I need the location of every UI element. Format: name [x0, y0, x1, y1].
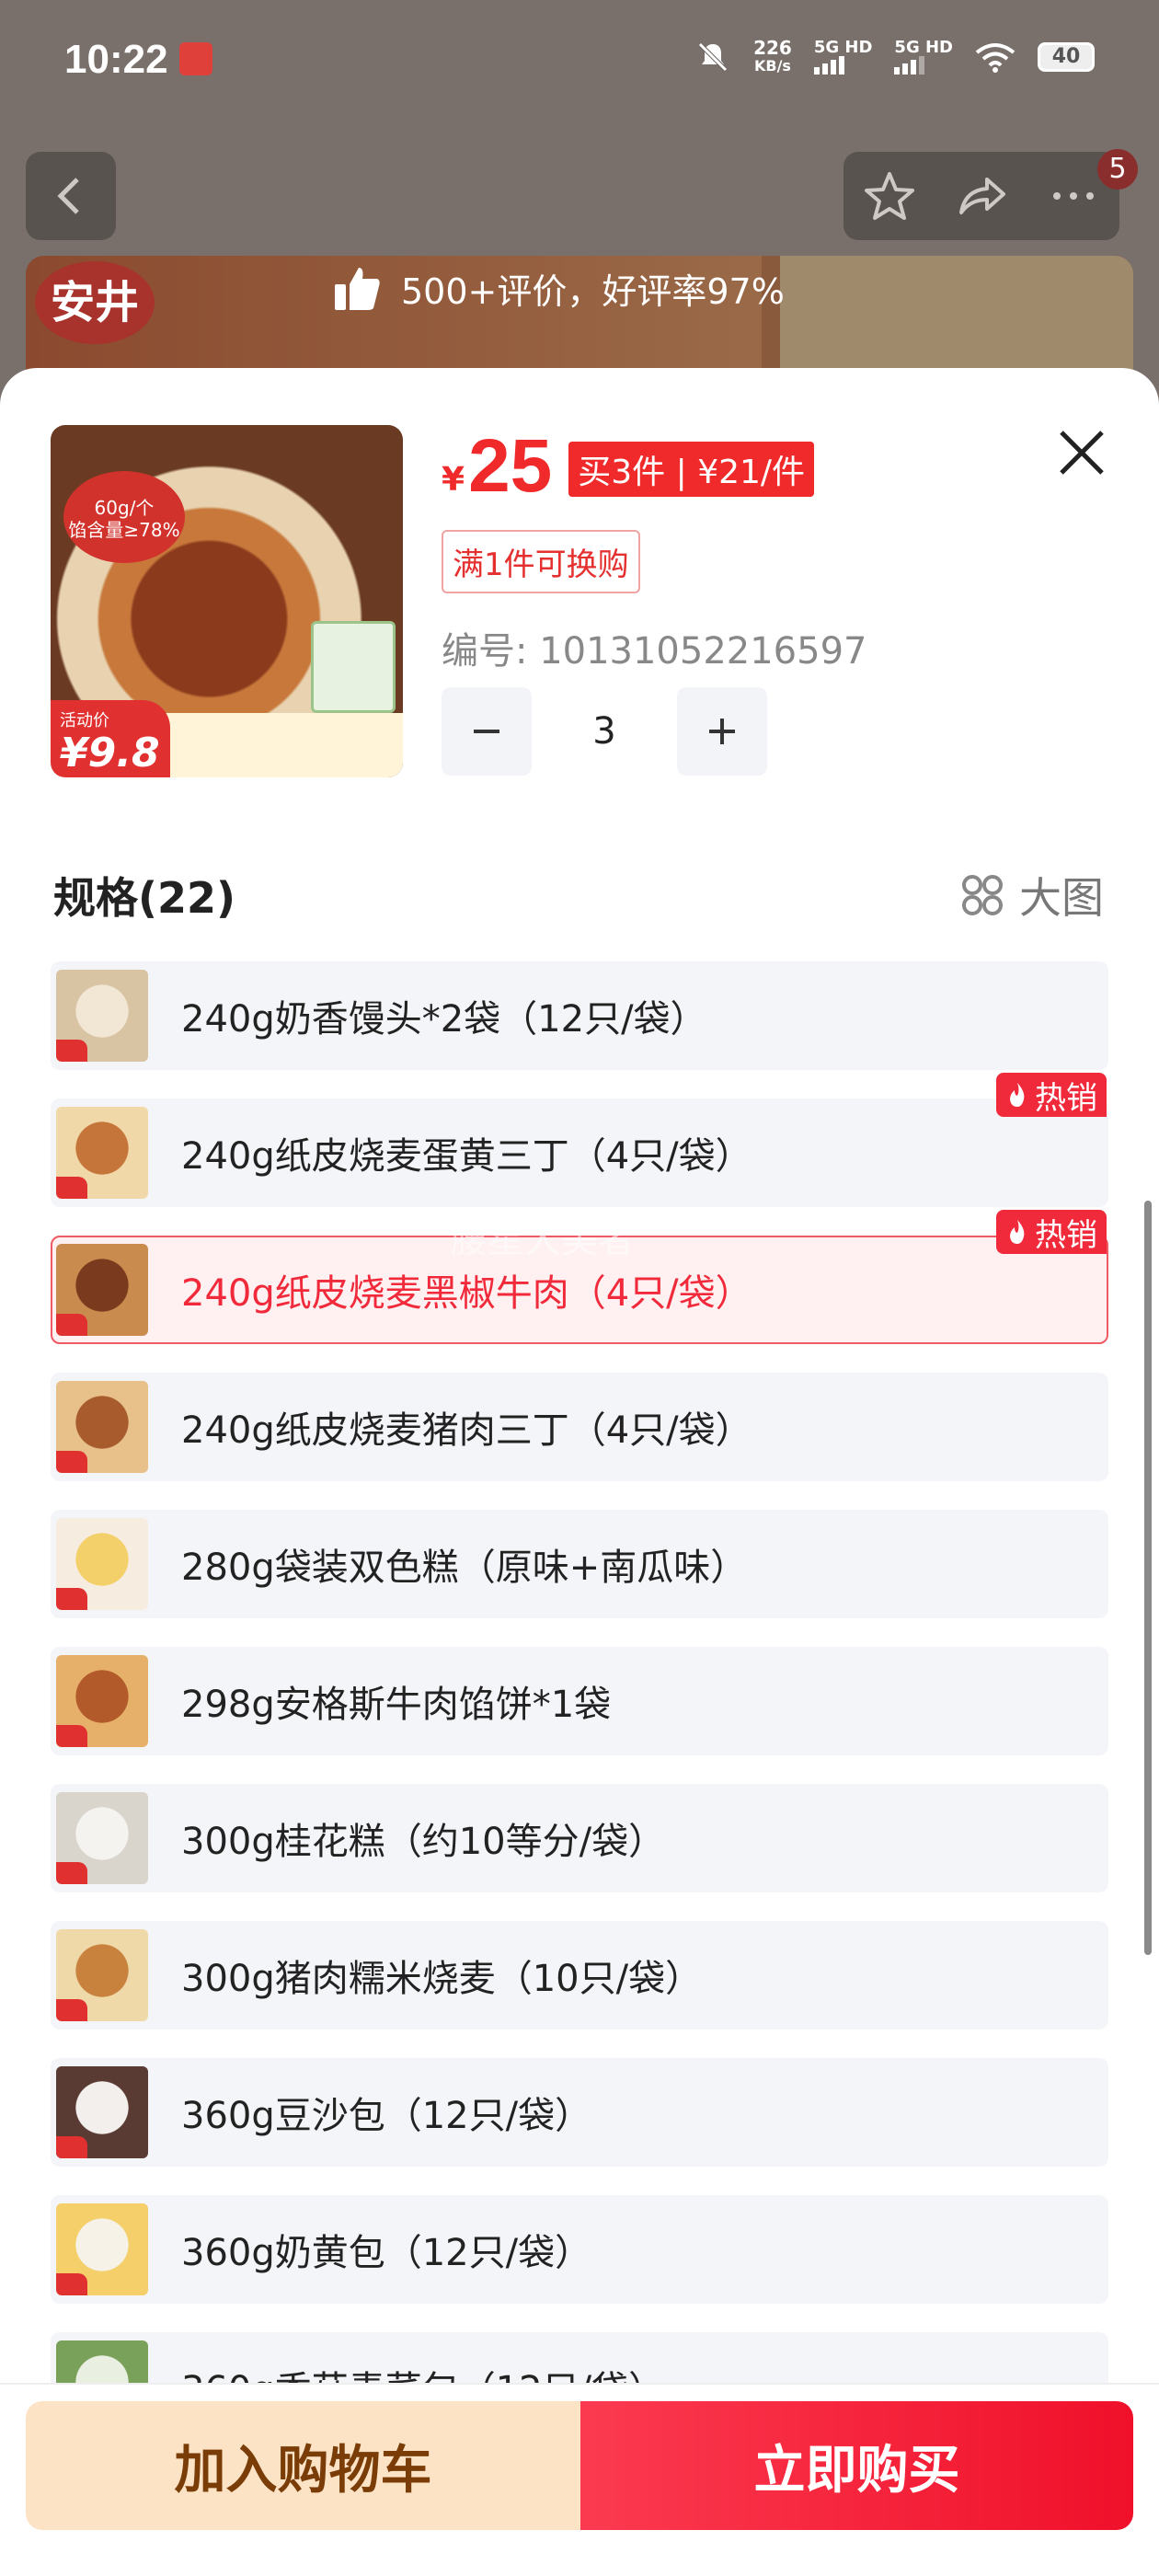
wifi-icon [975, 43, 1016, 73]
spec-section-title: 规格(22) [53, 873, 236, 923]
close-icon[interactable] [1052, 423, 1111, 482]
price-row: ¥ 25 买3件 | ¥21/件 [442, 424, 815, 508]
thumbs-up-icon [335, 268, 380, 310]
spec-option[interactable]: 240g纸皮烧麦蛋黄三丁（4只/袋） 热销 [51, 1073, 1108, 1207]
network-speed-value: 226 [753, 37, 792, 59]
spec-option[interactable]: 300g桂花糕（约10等分/袋） [51, 1784, 1108, 1892]
spec-option[interactable]: 240g纸皮烧麦猪肉三丁（4只/袋） [51, 1373, 1108, 1481]
watermark-text: 腰星大美者 [451, 1219, 635, 1261]
spec-option[interactable]: 298g安格斯牛肉馅饼*1袋 [51, 1647, 1108, 1755]
spec-option-label: 360g奶黄包（12只/袋） [181, 2232, 592, 2274]
hot-sale-label: 热销 [1035, 1079, 1097, 1117]
chevron-left-icon [57, 178, 79, 214]
signal-bars-icon [894, 56, 925, 75]
spec-option-label: 300g猪肉糯米烧麦（10只/袋） [181, 1958, 703, 2000]
scrollbar[interactable] [1144, 1201, 1152, 1955]
status-bar: 10:22 226 KB/s 5G HD 5G HD 40 [0, 0, 1159, 120]
sim2-label: 5G HD [894, 38, 953, 57]
decrease-quantity-button[interactable] [442, 687, 532, 776]
spec-option-thumbnail [56, 1244, 148, 1336]
more-dots-icon[interactable] [1046, 168, 1101, 224]
action-footer: 加入购物车 立即购买 [0, 2383, 1159, 2576]
spec-option-thumbnail [56, 1107, 148, 1199]
favorite-star-icon[interactable] [862, 168, 917, 224]
sim1-signal: 5G HD [813, 38, 873, 75]
big-image-view-toggle[interactable]: 大图 [960, 865, 1104, 926]
spec-option-thumbnail [56, 2066, 148, 2158]
share-icon[interactable] [954, 168, 1009, 224]
sku-selector-sheet: 60g/个 馅含量≥78% 活动价 ¥9.8 ¥ 25 买3件 | ¥21/件 … [0, 368, 1159, 2576]
spec-option-thumbnail [56, 1381, 148, 1473]
grid-view-icon [962, 875, 1003, 915]
hot-sale-badge: 热销 [996, 1210, 1107, 1254]
back-button[interactable] [26, 152, 116, 240]
hot-sale-badge: 热销 [996, 1073, 1107, 1117]
spec-option[interactable]: 300g猪肉糯米烧麦（10只/袋） [51, 1921, 1108, 2030]
rating-text: 500+评价，好评率97% [401, 270, 785, 312]
spec-option-thumbnail [56, 970, 148, 1062]
rating-summary[interactable]: 500+评价，好评率97% [331, 256, 785, 320]
multi-buy-promo-tag: 买3件 | ¥21/件 [568, 442, 815, 497]
status-indicators: 226 KB/s 5G HD 5G HD 40 [694, 39, 1095, 75]
spec-option-thumbnail [56, 1518, 148, 1610]
sim2-signal: 5G HD [894, 40, 953, 75]
cart-count-badge: 5 [1097, 149, 1138, 190]
brand-logo: 安井 [35, 261, 155, 344]
spec-option-label: 280g袋装双色糕（原味+南瓜味） [181, 1547, 748, 1589]
package-image [311, 621, 396, 713]
product-thumbnail[interactable]: 60g/个 馅含量≥78% 活动价 ¥9.8 [51, 425, 403, 777]
spec-option-list: 240g奶香馒头*2袋（12只/袋） 240g纸皮烧麦蛋黄三丁（4只/袋） 热销 24… [51, 961, 1108, 2469]
spec-option[interactable]: 360g奶黄包（12只/袋） [51, 2195, 1108, 2304]
plus-icon [709, 719, 735, 744]
signal-bars-icon [813, 56, 844, 75]
filling-badge-ratio: 馅含量≥78% [68, 519, 180, 541]
spec-option[interactable]: 360g豆沙包（12只/袋） [51, 2058, 1108, 2167]
sku-code: 编号: 10131052216597 [442, 630, 867, 673]
hot-sale-label: 热销 [1035, 1216, 1097, 1254]
activity-price-label: 活动价 [60, 711, 109, 730]
battery-indicator: 40 [1038, 42, 1095, 72]
activity-price-value: ¥9.8 [60, 730, 160, 776]
minus-icon [474, 730, 499, 733]
spec-option[interactable]: 240g奶香馒头*2袋（12只/袋） [51, 961, 1108, 1070]
spec-option[interactable]: 280g袋装双色糕（原味+南瓜味） [51, 1510, 1108, 1618]
flame-icon [1010, 1083, 1025, 1107]
spec-option-label: 240g纸皮烧麦猪肉三丁（4只/袋） [181, 1409, 752, 1452]
activity-price-tag: 活动价 ¥9.8 [51, 700, 170, 777]
sim1-label: 5G HD [813, 38, 873, 57]
notification-app-icon [179, 42, 212, 75]
quantity-stepper: 3 [442, 687, 767, 776]
status-time: 10:22 [64, 37, 168, 82]
spec-option-label: 360g豆沙包（12只/袋） [181, 2095, 592, 2137]
spec-option-thumbnail [56, 1929, 148, 2021]
spec-option-thumbnail [56, 2203, 148, 2295]
swap-offer-tag[interactable]: 满1件可换购 [442, 530, 640, 593]
filling-badge: 60g/个 馅含量≥78% [63, 471, 185, 563]
spec-option-label: 300g桂花糕（约10等分/袋） [181, 1821, 666, 1863]
spec-option-label: 240g纸皮烧麦黑椒牛肉（4只/袋） [181, 1272, 752, 1315]
nav-actions [843, 152, 1119, 240]
spec-option-label: 298g安格斯牛肉馅饼*1袋 [181, 1684, 612, 1726]
spec-option-label: 240g纸皮烧麦蛋黄三丁（4只/袋） [181, 1135, 752, 1178]
spec-option-thumbnail [56, 1655, 148, 1747]
price-value: 25 [468, 424, 553, 508]
flame-icon [1010, 1220, 1025, 1244]
network-speed-unit: KB/s [753, 57, 791, 75]
buy-now-button[interactable]: 立即购买 [580, 2401, 1133, 2530]
mute-bell-icon [698, 42, 728, 72]
currency-symbol: ¥ [442, 461, 465, 499]
add-to-cart-button[interactable]: 加入购物车 [26, 2401, 580, 2530]
network-speed: 226 KB/s [753, 39, 792, 75]
filling-badge-weight: 60g/个 [94, 497, 155, 519]
spec-option-thumbnail [56, 1792, 148, 1884]
quantity-value[interactable]: 3 [532, 710, 677, 753]
big-image-view-label: 大图 [1019, 873, 1104, 923]
increase-quantity-button[interactable] [677, 687, 767, 776]
spec-option-label: 240g奶香馒头*2袋（12只/袋） [181, 998, 707, 1041]
